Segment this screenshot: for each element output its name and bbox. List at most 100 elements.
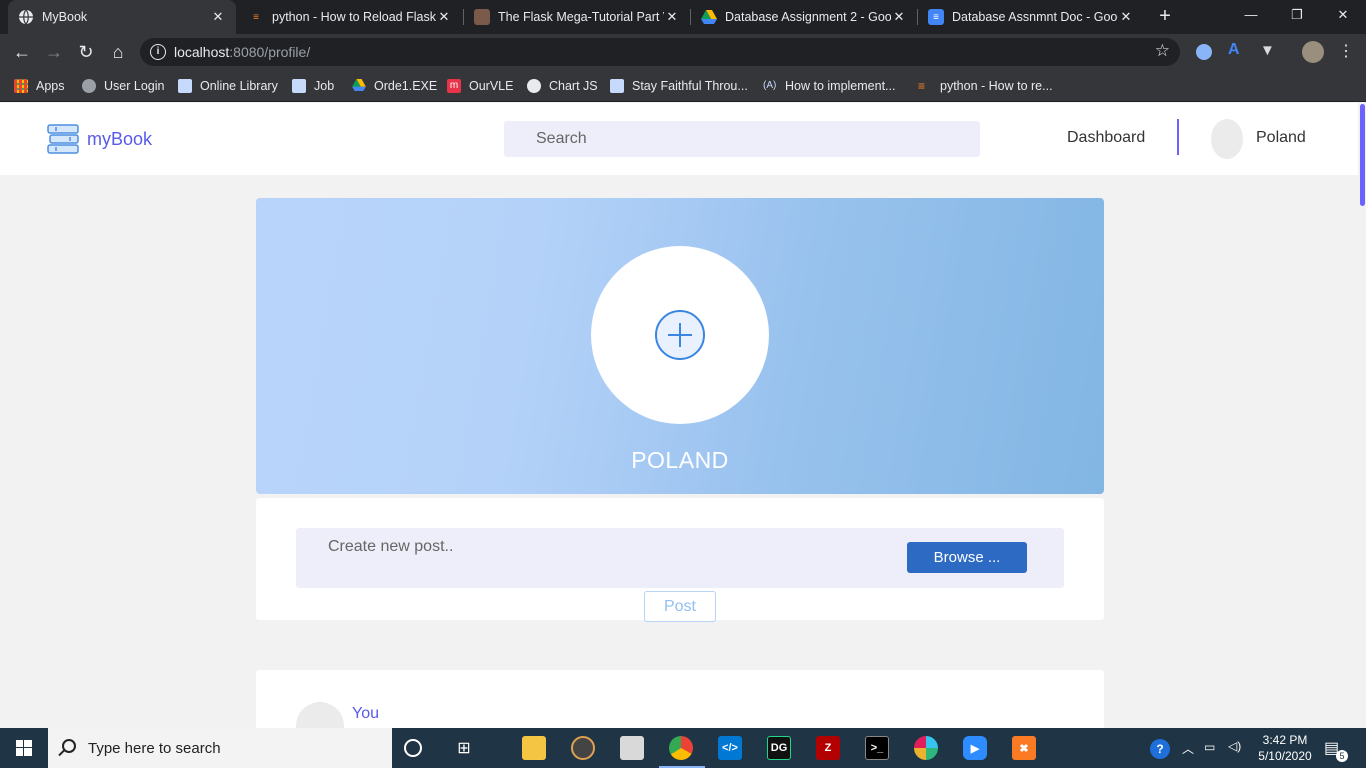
url-text[interactable]: localhost:8080/profile/ [174,44,310,60]
bookmark-stay-faithful[interactable]: Stay Faithful Throu... [610,77,748,95]
new-post-field[interactable]: Create new post.. Browse ... [296,528,1064,588]
address-bar[interactable]: i localhost:8080/profile/ ☆ [140,38,1180,66]
bookmark-label: How to implement... [785,79,896,93]
datagrip-icon[interactable]: DG [767,736,791,760]
google-drive-icon [701,9,717,25]
start-button[interactable] [0,728,48,768]
tab-database-assignment[interactable]: Database Assignment 2 - Goog ✕ [691,0,917,34]
stackoverflow-icon: ≡ [918,79,926,93]
tab-title: Database Assignment 2 - Goog [725,10,891,24]
file-explorer-icon[interactable] [522,736,546,760]
bookmark-label: Chart JS [549,79,598,93]
bookmark-label: Apps [36,79,65,93]
avatar[interactable] [296,702,344,728]
back-button[interactable]: ← [10,40,34,64]
vscode-icon[interactable]: </> [718,736,742,760]
nav-dashboard-link[interactable]: Dashboard [1067,129,1145,147]
battery-icon[interactable]: ▭ [1204,740,1215,754]
forward-button[interactable]: → [42,40,66,64]
cortana-icon[interactable] [404,739,422,757]
home-button[interactable]: ⌂ [106,40,130,64]
bookmark-chartjs[interactable]: Chart JS [527,77,598,95]
maximize-button[interactable]: ❐ [1274,0,1320,30]
media-player-icon[interactable] [571,736,595,760]
brand-name: myBook [87,128,153,149]
bookmark-icon [610,79,624,93]
scrollbar-thumb[interactable] [1360,104,1365,206]
close-tab-icon[interactable]: ✕ [210,9,226,25]
bookmark-label: python - How to re... [940,79,1053,93]
bookmark-label: Job [314,79,335,93]
windows-logo-icon [16,740,32,756]
books-stack-icon [46,123,80,155]
python-idle-icon[interactable] [620,736,644,760]
feed-post-card: You [256,670,1104,728]
post-author[interactable]: You [352,705,379,723]
chrome-icon[interactable] [669,736,693,760]
filezilla-icon[interactable]: Z [816,736,840,760]
search-input[interactable] [504,121,980,157]
bookmark-star-icon[interactable]: ☆ [1155,41,1170,61]
site-info-icon[interactable]: i [150,44,166,60]
slack-icon[interactable] [914,736,938,760]
google-docs-icon: ≡ [928,9,944,25]
tab-database-doc[interactable]: ≡ Database Assnmnt Doc - Goog ✕ [918,0,1144,34]
stackoverflow-icon: ≡ [253,11,259,23]
taskbar-search[interactable]: Type here to search [48,728,392,768]
new-tab-button[interactable]: + [1154,5,1176,27]
zoom-icon[interactable]: ▶ [963,736,987,760]
tab-title: MyBook [42,10,88,24]
nav-username[interactable]: Poland [1256,129,1306,147]
user-login-icon [82,79,96,93]
globe-icon [18,9,34,25]
close-tab-icon[interactable]: ✕ [664,9,680,25]
extension-icon[interactable]: ▼ [1260,42,1276,59]
bookmark-orde1[interactable]: Orde1.EXE [352,77,437,95]
tab-flask-mega-tutorial[interactable]: The Flask Mega-Tutorial Part V ✕ [464,0,690,34]
close-tab-icon[interactable]: ✕ [891,9,907,25]
bookmark-label: Orde1.EXE [374,79,438,93]
profile-cover: POLAND [256,198,1104,494]
xampp-icon[interactable]: ✖ [1012,736,1036,760]
clock-time: 3:42 PM [1262,733,1308,747]
bookmark-ourvle[interactable]: m OurVLE [447,77,513,95]
taskbar-search-placeholder: Type here to search [88,740,221,757]
app-navbar: myBook Dashboard Poland [0,103,1358,175]
chevron-up-icon[interactable]: ︿ [1182,740,1194,757]
apps-grid-icon [14,79,28,93]
tab-flask-reload[interactable]: ≡ python - How to Reload Flask- ✕ [238,0,462,34]
nav-divider [1177,119,1179,155]
volume-icon[interactable]: ◁) [1228,739,1241,753]
bookmark-how-to-implement[interactable]: (A) How to implement... [763,77,895,95]
extension-icon[interactable]: A [1228,41,1244,58]
help-icon[interactable]: ? [1150,739,1170,759]
menu-kebab-icon[interactable]: ⋮ [1334,40,1358,64]
bookmark-apps[interactable]: Apps [14,77,65,95]
bookmark-user-login[interactable]: User Login [82,77,164,95]
reload-button[interactable]: ↻ [74,40,98,64]
tab-mybook[interactable]: MyBook ✕ [8,0,236,34]
browse-button[interactable]: Browse ... [907,542,1027,573]
bookmark-python-reload[interactable]: ≡ python - How to re... [918,77,1053,95]
brand-logo[interactable]: myBook [46,123,152,155]
task-view-icon[interactable]: ⊞ [452,736,476,760]
tab-title: python - How to Reload Flask- [272,10,436,24]
avatar[interactable] [1211,119,1243,159]
terminal-icon[interactable]: >_ [865,736,889,760]
profile-avatar-icon[interactable] [1302,41,1324,63]
close-window-button[interactable]: ✕ [1320,0,1366,30]
post-button[interactable]: Post [644,591,716,622]
post-placeholder: Create new post.. [328,538,454,555]
taskbar-clock[interactable]: 3:42 PM 5/10/2020 [1250,732,1320,764]
bookmark-online-library[interactable]: Online Library [178,77,278,95]
add-photo-plus-icon[interactable] [655,310,705,360]
bookmark-label: OurVLE [469,79,514,93]
minimize-button[interactable]: — [1228,0,1274,30]
close-tab-icon[interactable]: ✕ [1118,9,1134,25]
bookmarks-bar: Apps User Login Online Library Job Orde1… [0,70,1366,102]
bookmark-job[interactable]: Job [292,77,334,95]
clock-date: 5/10/2020 [1258,749,1312,763]
extension-icon[interactable] [1196,44,1212,60]
close-tab-icon[interactable]: ✕ [436,9,452,25]
profile-avatar [591,246,769,424]
